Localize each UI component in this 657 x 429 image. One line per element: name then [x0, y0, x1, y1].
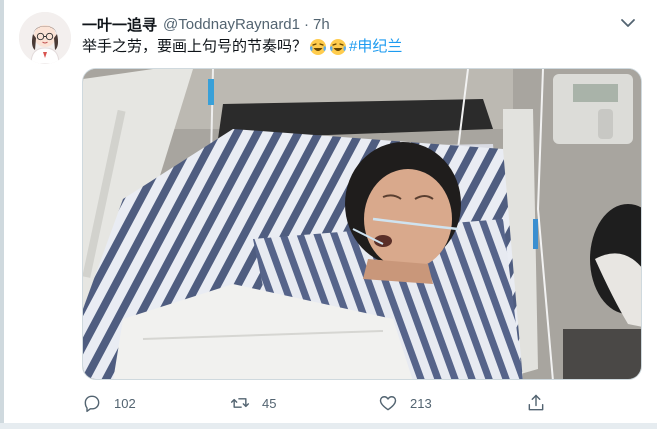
like-count: 213 — [410, 395, 432, 411]
tweet-text: 举手之劳，要画上句号的节奏吗？ #申纪兰 — [82, 37, 402, 57]
avatar-illustration — [19, 12, 71, 64]
like-button[interactable]: 213 — [378, 392, 432, 414]
avatar[interactable] — [19, 12, 71, 64]
tweet: 一叶一追寻 @ToddnayRaynard1 · 7h 举手之劳，要画上句号的节… — [4, 0, 657, 423]
chevron-down-icon[interactable] — [619, 14, 637, 32]
tweet-actions: 102 45 213 — [82, 392, 562, 414]
hospital-photo — [83, 69, 641, 379]
share-button[interactable] — [526, 392, 546, 414]
retweet-icon — [230, 398, 250, 408]
window-bottom-edge — [0, 423, 657, 429]
tweet-header: 一叶一追寻 @ToddnayRaynard1 · 7h — [82, 14, 330, 34]
tweet-body: 举手之劳，要画上句号的节奏吗？ — [82, 38, 308, 55]
reply-button[interactable]: 102 — [82, 392, 136, 414]
hashtag-link[interactable]: #申纪兰 — [349, 37, 402, 57]
reply-icon — [84, 395, 100, 413]
laughing-tears-emoji-icon — [330, 39, 347, 55]
separator-dot: · — [304, 15, 309, 33]
user-handle[interactable]: @ToddnayRaynard1 — [163, 16, 300, 33]
display-name[interactable]: 一叶一追寻 — [82, 14, 157, 35]
share-icon — [528, 394, 544, 411]
retweet-count: 45 — [262, 395, 277, 411]
retweet-button[interactable]: 45 — [230, 392, 276, 414]
reply-count: 102 — [114, 395, 136, 411]
heart-icon — [379, 396, 397, 411]
tweet-photo[interactable] — [82, 68, 642, 380]
laughing-tears-emoji-icon — [310, 39, 327, 55]
timestamp[interactable]: 7h — [313, 16, 330, 33]
